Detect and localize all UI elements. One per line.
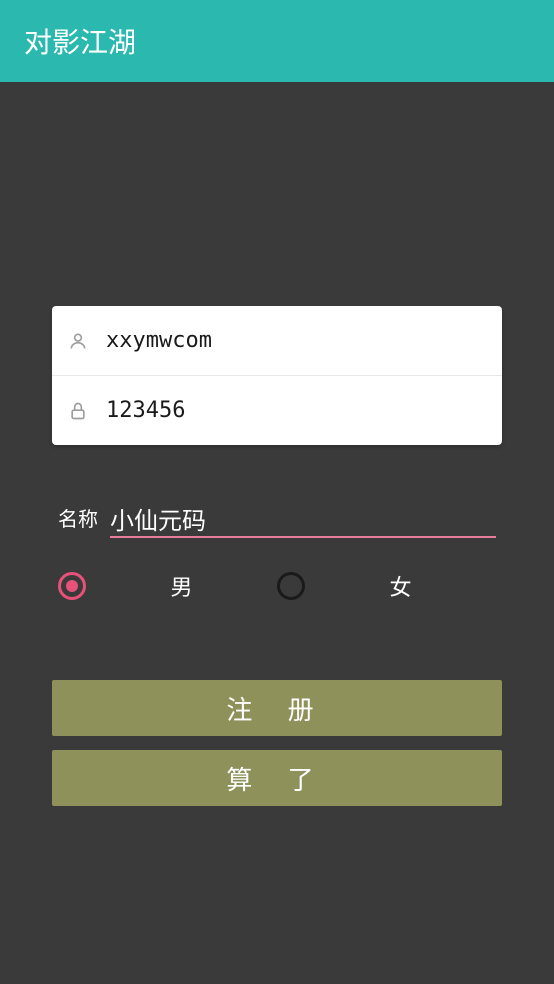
user-icon xyxy=(68,331,88,351)
cancel-button[interactable]: 算 了 xyxy=(52,750,502,806)
name-input[interactable] xyxy=(110,505,496,533)
password-input[interactable] xyxy=(106,398,486,423)
gender-row: 男 女 xyxy=(58,570,496,602)
password-row xyxy=(52,375,502,445)
app-title: 对影江湖 xyxy=(24,21,136,61)
radio-female[interactable] xyxy=(277,572,305,600)
radio-male-dot xyxy=(66,580,78,592)
gender-male-group: 男 xyxy=(58,570,277,602)
app-header: 对影江湖 xyxy=(0,0,554,82)
gender-female-label: 女 xyxy=(305,570,496,602)
username-row xyxy=(52,306,502,375)
radio-male[interactable] xyxy=(58,572,86,600)
name-label: 名称 xyxy=(58,503,98,538)
name-field-wrapper xyxy=(110,505,496,539)
username-input[interactable] xyxy=(106,328,486,353)
lock-icon xyxy=(68,401,88,421)
gender-male-label: 男 xyxy=(86,570,277,602)
credentials-card xyxy=(52,306,502,445)
register-button[interactable]: 注 册 xyxy=(52,680,502,736)
gender-female-group: 女 xyxy=(277,570,496,602)
name-section: 名称 xyxy=(58,503,496,538)
